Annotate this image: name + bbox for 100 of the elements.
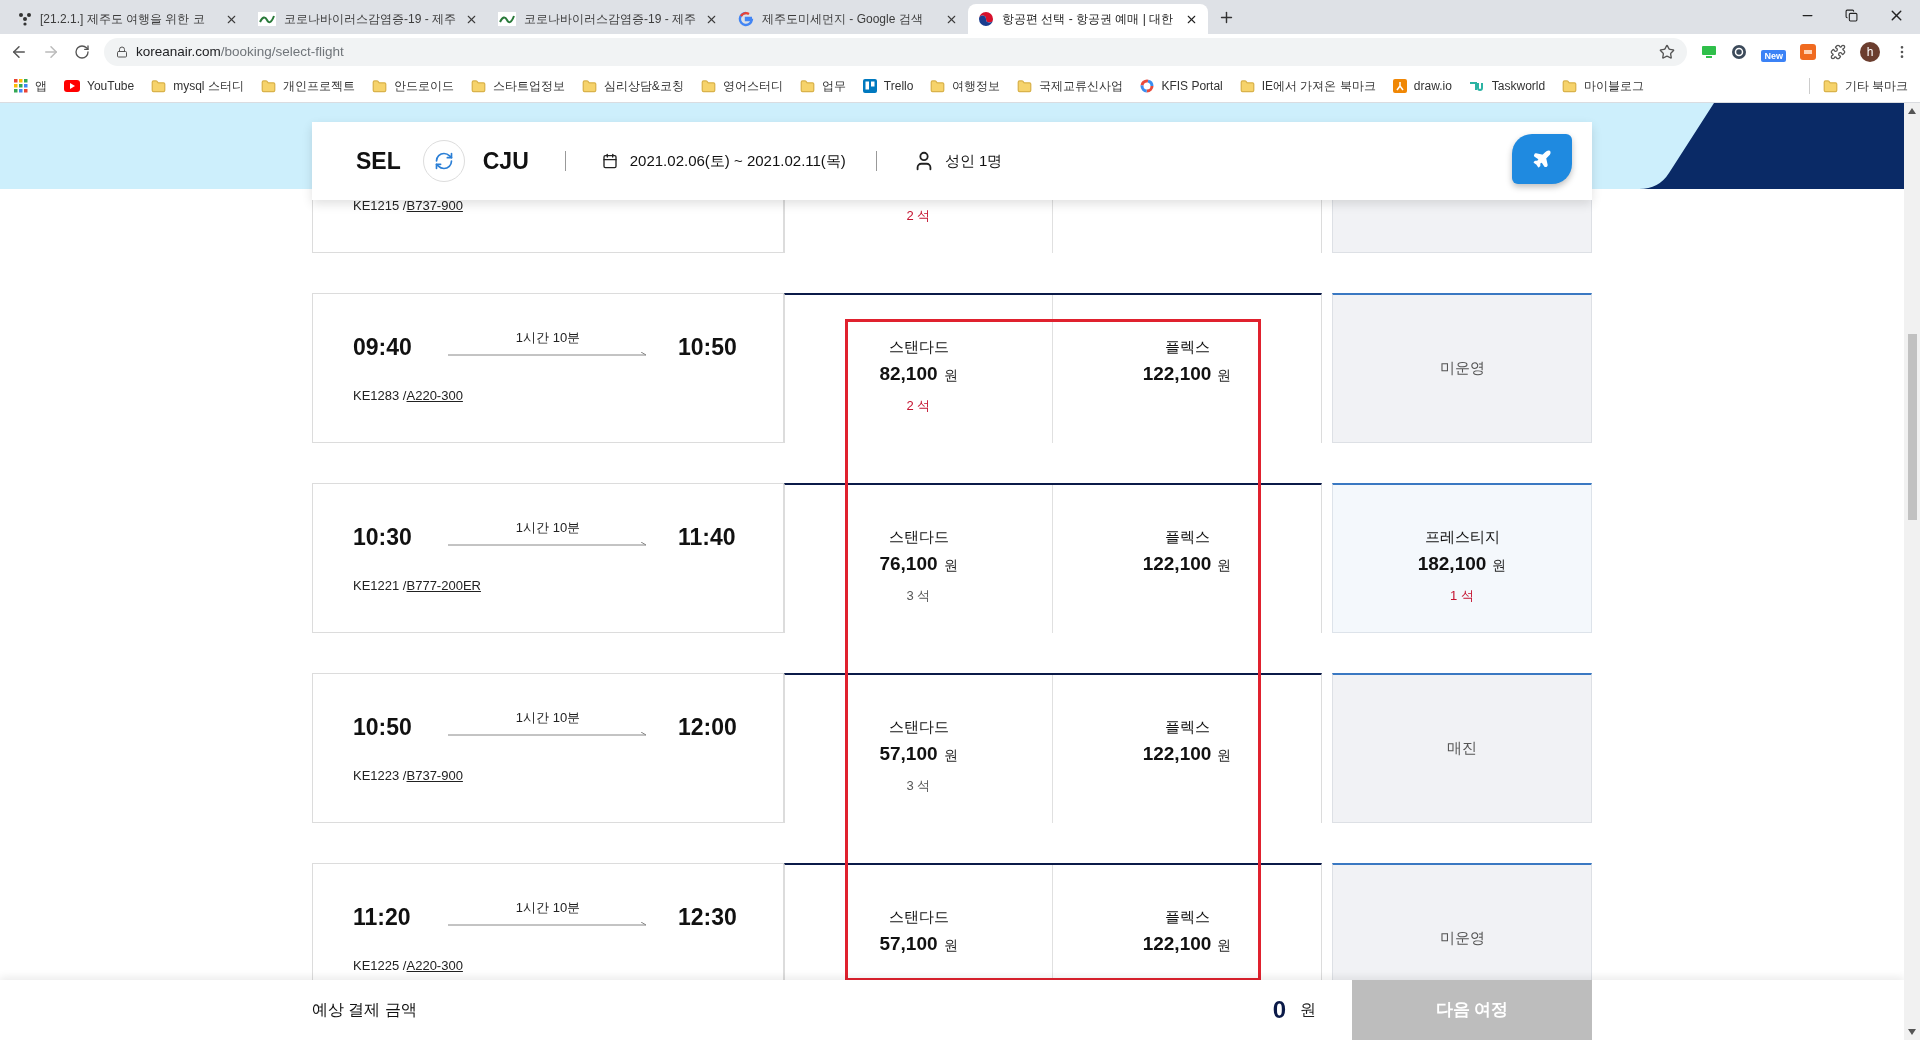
- new-badge[interactable]: New: [1761, 50, 1786, 62]
- browser-tab[interactable]: [21.2.1.] 제주도 여행을 위한 코: [8, 4, 248, 34]
- estimated-total-label: 예상 결제 금액: [312, 1000, 417, 1020]
- travel-dates[interactable]: 2021.02.06(토) ~ 2021.02.11(목): [629, 149, 846, 173]
- scroll-up-icon[interactable]: [1908, 108, 1916, 114]
- plane-icon: [1532, 149, 1552, 169]
- folder-icon: [581, 78, 597, 94]
- arrival-time: 11:40: [678, 523, 736, 552]
- diagram-icon: [1392, 79, 1407, 93]
- aircraft-link[interactable]: B737-900: [406, 766, 463, 786]
- origin-code: SEL: [356, 146, 401, 176]
- fare-price: 122,100: [1142, 361, 1212, 386]
- new-tab-icon[interactable]: [1218, 9, 1235, 26]
- bookmark[interactable]: 스타트업정보: [468, 74, 567, 98]
- apps-grid-icon: [14, 79, 28, 93]
- folder-icon: [470, 78, 486, 94]
- seats-left: 1 석: [1450, 587, 1474, 604]
- departure-time: 10:50: [353, 713, 413, 742]
- folder-icon: [799, 78, 815, 94]
- taeguk-icon: [978, 11, 994, 27]
- fare-price: 82,100: [879, 361, 938, 386]
- bookmark[interactable]: 국제교류신사업: [1015, 74, 1126, 98]
- site-logo-icon: [498, 12, 516, 26]
- back-icon[interactable]: [10, 43, 28, 61]
- arrow-line-icon: [448, 352, 648, 358]
- currency: 원: [1217, 556, 1232, 575]
- bookmark[interactable]: 개인프로젝트: [258, 74, 357, 98]
- google-icon: [738, 11, 754, 27]
- fare-name: 플렉스: [1164, 907, 1210, 927]
- seats-left: 3 석: [906, 587, 931, 604]
- address-bar[interactable]: koreanair.com/booking/select-flight: [104, 38, 1688, 66]
- restore-icon[interactable]: [1845, 8, 1858, 22]
- bookmark[interactable]: Trello: [860, 74, 916, 98]
- arrow-line-icon: [448, 922, 648, 928]
- fare-price: 76,100: [879, 551, 938, 576]
- bookmark[interactable]: YouTube: [62, 74, 137, 98]
- arrival-time: 12:30: [678, 903, 737, 932]
- departure-time: 09:40: [353, 333, 413, 362]
- aircraft-link[interactable]: B737-900: [406, 196, 463, 216]
- folder-icon: [1562, 78, 1578, 94]
- fare-price: 122,100: [1142, 741, 1212, 766]
- bookmark[interactable]: mysql 스터디: [149, 74, 246, 98]
- aircraft-link[interactable]: A220-300: [406, 956, 463, 976]
- profile-avatar[interactable]: h: [1860, 42, 1880, 62]
- bookmark[interactable]: 업무: [797, 74, 848, 98]
- bookmark[interactable]: 심리상담&코칭: [579, 74, 686, 98]
- bookmark[interactable]: KFIS Portal: [1138, 74, 1225, 98]
- browser-tab[interactable]: 코로나바이러스감염증-19 - 제주: [248, 4, 488, 34]
- scrollbar-thumb[interactable]: [1907, 334, 1917, 520]
- fare-name: 플렉스: [1164, 527, 1210, 547]
- lock-icon: [116, 46, 128, 58]
- scrollbar[interactable]: [1904, 103, 1920, 1040]
- status-text: 미운영: [1439, 358, 1485, 379]
- flight-number: KE1215 /: [353, 197, 407, 215]
- reload-icon[interactable]: [74, 44, 90, 60]
- passenger-count[interactable]: 성인 1명: [944, 149, 1003, 173]
- fare-name: 프레스티지: [1424, 527, 1500, 547]
- bookmark[interactable]: 앱: [12, 74, 49, 98]
- destination-code: CJU: [482, 146, 529, 176]
- bookmark[interactable]: 기타 북마크: [1822, 74, 1908, 98]
- fare-name: 플렉스: [1164, 337, 1210, 357]
- folder-icon: [1239, 78, 1255, 94]
- bookmark[interactable]: 안드로이드: [369, 74, 456, 98]
- aircraft-link[interactable]: B777-200ER: [406, 576, 481, 596]
- bookmark[interactable]: IE에서 가져온 북마크: [1237, 74, 1378, 98]
- currency: 원: [943, 366, 958, 385]
- folder-icon: [1017, 78, 1033, 94]
- bookmark[interactable]: Taskworld: [1466, 74, 1548, 98]
- fare-price: 57,100: [879, 931, 938, 956]
- currency: 원: [943, 746, 958, 765]
- browser-tab[interactable]: 코로나바이러스감염증-19 - 제주: [488, 4, 728, 34]
- bookmark[interactable]: 영어스터디: [698, 74, 785, 98]
- bookmark-star-icon[interactable]: [1659, 44, 1676, 60]
- currency: 원: [1492, 556, 1507, 575]
- board-icon: [862, 79, 877, 93]
- tab-title: 제주도미세먼지 - Google 검색: [762, 11, 924, 28]
- status-text: 미운영: [1439, 928, 1485, 949]
- fare-name: 스탠다드: [888, 527, 949, 547]
- aircraft-link[interactable]: A220-300: [406, 386, 463, 406]
- arrow-line-icon: [448, 542, 648, 548]
- extensions-icon[interactable]: [1830, 44, 1846, 60]
- extension-icon[interactable]: [1731, 44, 1748, 60]
- arrival-time: 12:00: [678, 713, 737, 742]
- browser-tab[interactable]: 항공편 선택 - 항공권 예매 | 대한: [968, 4, 1208, 34]
- total-amount: 0: [1272, 995, 1286, 1025]
- scroll-down-icon[interactable]: [1908, 1029, 1916, 1035]
- prestige-fare-cell[interactable]: 프레스티지 182,100 원 1 석: [1332, 483, 1592, 633]
- bookmark[interactable]: 여행정보: [928, 74, 1003, 98]
- flight-number: KE1283 /: [353, 387, 407, 405]
- calendar-icon: [601, 153, 618, 169]
- duration-text: 1시간 10분: [515, 329, 581, 347]
- bookmark[interactable]: draw.io: [1390, 74, 1454, 98]
- wave-icon: [1468, 80, 1485, 92]
- search-edit-button[interactable]: [1512, 134, 1572, 184]
- fare-name: 스탠다드: [888, 907, 949, 927]
- seats-left: 2 석: [906, 397, 931, 414]
- bookmark[interactable]: 마이블로그: [1560, 74, 1647, 98]
- browser-tab[interactable]: 제주도미세먼지 - Google 검색: [728, 4, 968, 34]
- tab-title: 코로나바이러스감염증-19 - 제주: [524, 11, 697, 28]
- duration-text: 1시간 10분: [515, 519, 581, 537]
